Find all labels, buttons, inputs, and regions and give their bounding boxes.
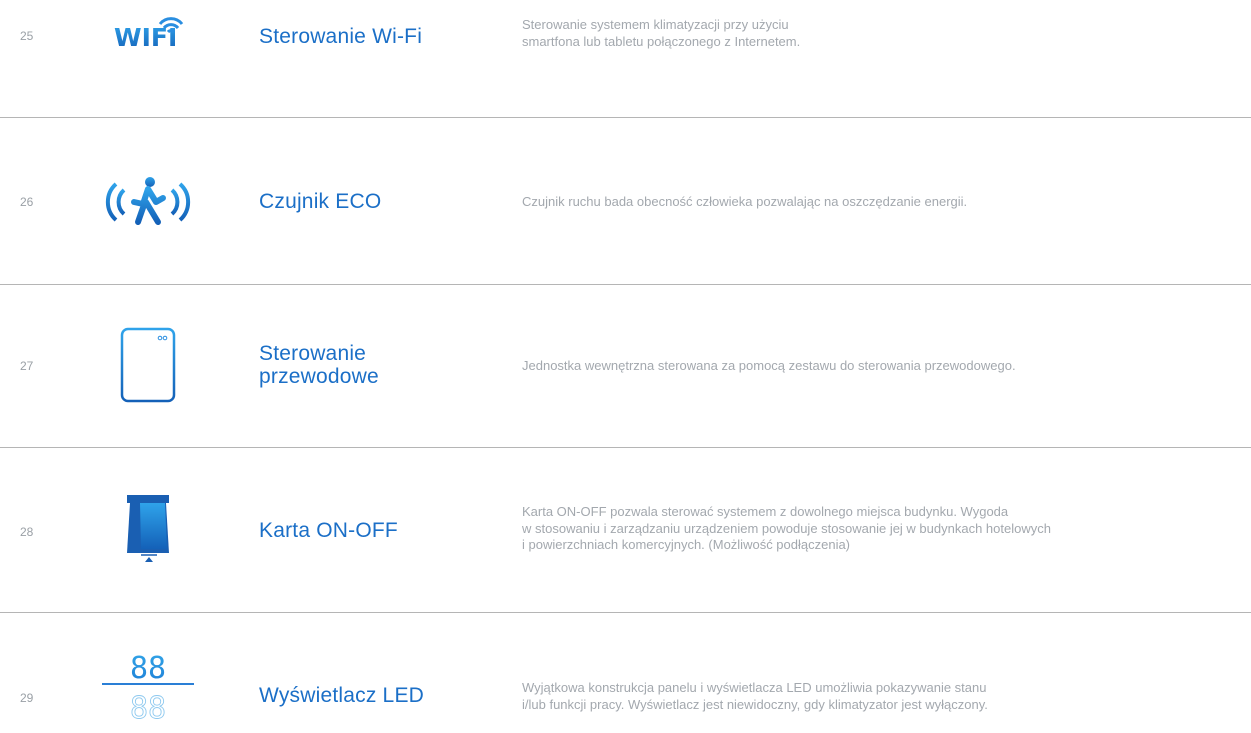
feature-description: Sterowanie systemem klimatyzacji przy uż… bbox=[522, 17, 801, 49]
feature-description: Karta ON-OFF pozwala sterować systemem z… bbox=[522, 504, 1051, 552]
feature-title: Czujnik ECO bbox=[259, 190, 382, 213]
feature-number: 28 bbox=[20, 525, 34, 539]
svg-text:88: 88 bbox=[130, 651, 166, 686]
feature-number: 29 bbox=[20, 691, 34, 705]
feature-title: Sterowanie przewodowe bbox=[259, 342, 379, 388]
motion-sensor-icon bbox=[96, 172, 200, 232]
svg-text:WIFI: WIFI bbox=[114, 23, 177, 50]
feature-number: 26 bbox=[20, 195, 34, 209]
row-divider bbox=[0, 612, 1251, 613]
feature-title: Wyświetlacz LED bbox=[259, 684, 425, 707]
svg-text:88: 88 bbox=[130, 691, 166, 726]
feature-number: 25 bbox=[20, 29, 34, 43]
row-divider bbox=[0, 117, 1251, 118]
feature-description: Wyjątkowa konstrukcja panelu i wyświetla… bbox=[522, 680, 988, 712]
row-divider bbox=[0, 284, 1251, 285]
feature-number: 27 bbox=[20, 359, 34, 373]
feature-description: Czujnik ruchu bada obecność człowieka po… bbox=[522, 194, 968, 209]
wifi-logo-icon: WIFI bbox=[96, 10, 200, 50]
wired-controller-icon bbox=[96, 325, 200, 405]
key-card-icon bbox=[96, 493, 200, 567]
feature-description: Jednostka wewnętrzna sterowana za pomocą… bbox=[522, 358, 1016, 373]
feature-title: Karta ON-OFF bbox=[259, 519, 398, 542]
led-display-icon: 88 88 bbox=[96, 650, 200, 732]
row-divider bbox=[0, 447, 1251, 448]
feature-title: Sterowanie Wi-Fi bbox=[259, 25, 423, 48]
